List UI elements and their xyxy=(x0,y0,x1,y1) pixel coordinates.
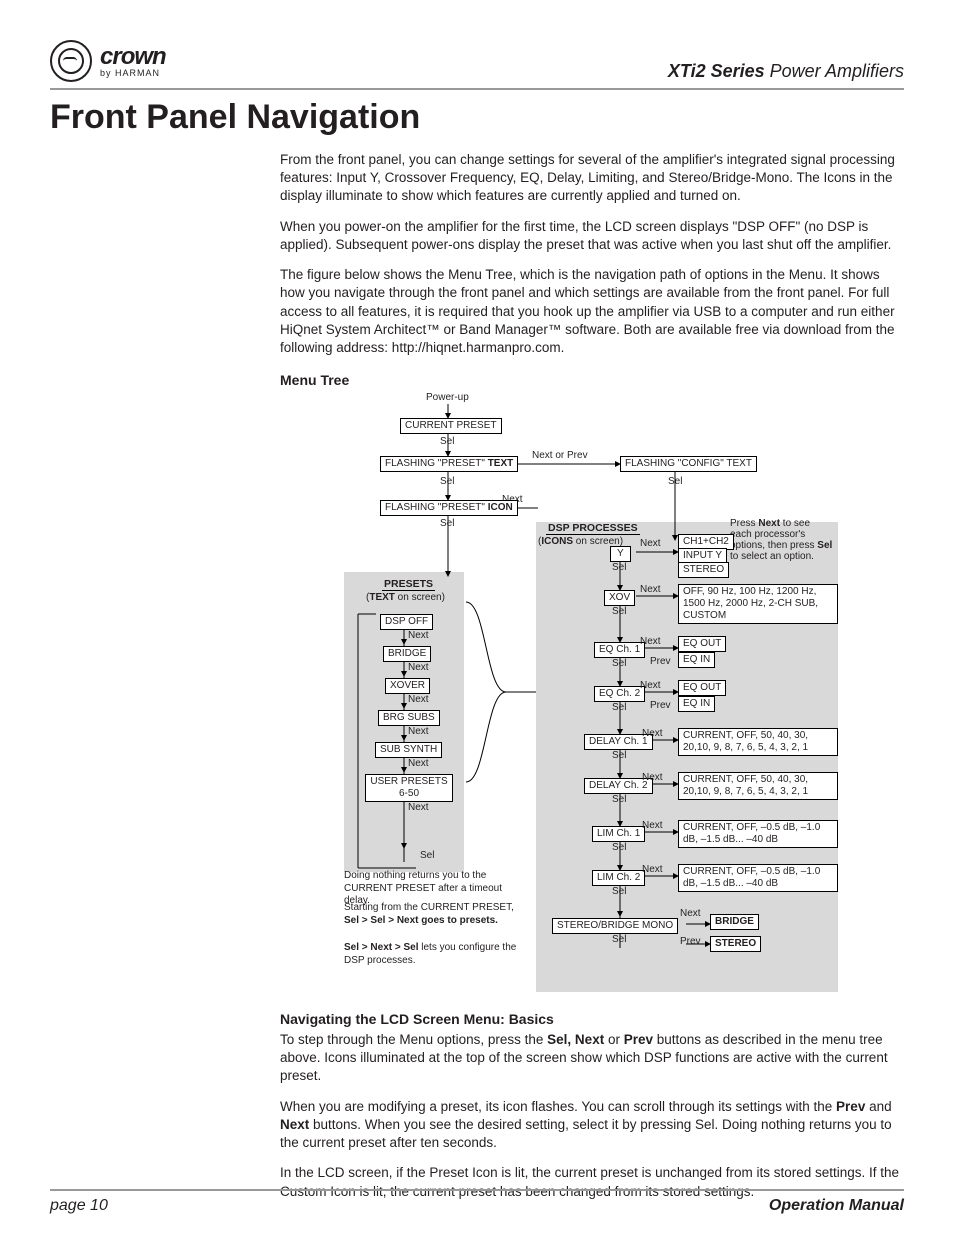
next-or-prev-label: Next or Prev xyxy=(532,450,588,461)
intro-para-2: When you power-on the amplifier for the … xyxy=(280,218,904,254)
brand-subtitle: by HARMAN xyxy=(100,69,166,78)
flashing-preset-icon-box: FLASHING "PRESET" ICON xyxy=(380,500,518,516)
brand-name: crown xyxy=(100,45,166,69)
page-title: Front Panel Navigation xyxy=(50,98,904,137)
note-starting: Starting from the CURRENT PRESET, Sel > … xyxy=(344,902,534,927)
sel-label-4: Sel xyxy=(440,518,454,529)
preset-user: USER PRESETS 6-50 xyxy=(365,774,453,802)
xov-opts: OFF, 90 Hz, 100 Hz, 1200 Hz, 1500 Hz, 20… xyxy=(678,584,838,624)
brand-logo: crown by HARMAN xyxy=(50,40,166,82)
sel-label: Sel xyxy=(440,436,454,447)
preset-bridge: BRIDGE xyxy=(383,646,431,662)
sel-label-2: Sel xyxy=(440,476,454,487)
text-on-screen-label: (TEXT on screen) xyxy=(366,592,445,603)
presets-title: PRESETS xyxy=(382,578,435,591)
menu-tree-heading: Menu Tree xyxy=(280,371,904,390)
manual-label: Operation Manual xyxy=(769,1197,904,1215)
bridge-opt: BRIDGE xyxy=(710,914,759,930)
nav-basics-p2: When you are modifying a preset, its ico… xyxy=(280,1098,904,1153)
nav-basics-p1: To step through the Menu options, press … xyxy=(280,1031,904,1086)
preset-xover: XOVER xyxy=(385,678,430,694)
press-next-note: Press Next to see each processor's optio… xyxy=(730,518,834,562)
intro-para-3: The figure below shows the Menu Tree, wh… xyxy=(280,266,904,357)
series-title: XTi2 Series Power Amplifiers xyxy=(668,61,904,82)
preset-brgsubs: BRG SUBS xyxy=(378,710,440,726)
page-footer: page 10 Operation Manual xyxy=(50,1189,904,1215)
eqch2-box: EQ Ch. 2 xyxy=(594,686,645,702)
powerup-label: Power-up xyxy=(426,392,469,403)
xov-box: XOV xyxy=(604,590,635,606)
header-bar: crown by HARMAN XTi2 Series Power Amplif… xyxy=(50,40,904,90)
eqch1-box: EQ Ch. 1 xyxy=(594,642,645,658)
crown-logo-icon xyxy=(50,40,92,82)
preset-dspoff: DSP OFF xyxy=(380,614,433,630)
preset-subsynth: SUB SYNTH xyxy=(375,742,442,758)
note-sel-next-sel: Sel > Next > Sel lets you configure the … xyxy=(344,942,534,967)
limch2-box: LIM Ch. 2 xyxy=(592,870,645,886)
y-box: Y xyxy=(610,546,631,562)
limch1-box: LIM Ch. 1 xyxy=(592,826,645,842)
current-preset-box: CURRENT PRESET xyxy=(400,418,502,434)
sel-label-3: Sel xyxy=(668,476,682,487)
stereo-opt: STEREO xyxy=(710,936,761,952)
flashing-config-text-box: FLASHING "CONFIG" TEXT xyxy=(620,456,757,472)
intro-para-1: From the front panel, you can change set… xyxy=(280,151,904,206)
dsp-processes-title: DSP PROCESSES xyxy=(546,522,640,535)
stereo-bridge-box: STEREO/BRIDGE MONO xyxy=(552,918,678,934)
nav-basics-heading: Navigating the LCD Screen Menu: Basics xyxy=(280,1010,904,1029)
menu-tree-diagram: Power-up CURRENT PRESET Sel FLASHING "PR… xyxy=(280,392,900,992)
page-number: page 10 xyxy=(50,1197,108,1215)
flashing-preset-text-box: FLASHING "PRESET" TEXT xyxy=(380,456,518,472)
